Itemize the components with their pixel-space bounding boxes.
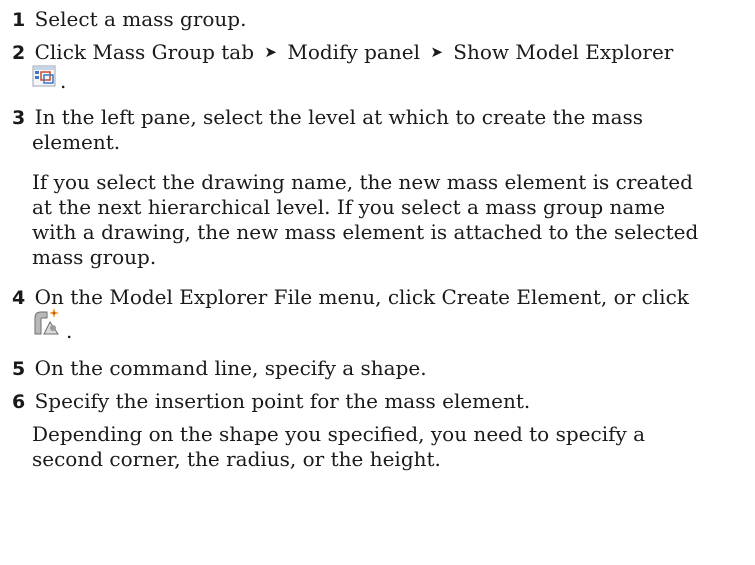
menu-arrow-icon: ➤: [430, 43, 443, 61]
step-number: 6: [12, 391, 26, 413]
step-number: 5: [12, 358, 26, 380]
note-line: If you select the drawing name, the new …: [32, 170, 693, 194]
step-1: 1 Select a mass group.: [12, 7, 246, 33]
ribbon-panel-name: Modify panel: [287, 40, 420, 64]
step-5: 5 On the command line, specify a shape.: [12, 356, 427, 382]
step-number: 1: [12, 9, 26, 31]
step-3-continuation: element.: [32, 130, 121, 154]
step-2-icon-line: .: [32, 65, 66, 91]
command-name: Show Model Explorer: [453, 40, 674, 64]
step-text: Specify the insertion point for the mass…: [34, 389, 531, 413]
trailing-period: .: [60, 69, 67, 93]
note-paragraph-2: Depending on the shape you specified, yo…: [12, 422, 645, 472]
note-line: at the next hierarchical level. If you s…: [32, 195, 666, 219]
step-number: 4: [12, 287, 26, 309]
trailing-period: .: [66, 319, 73, 343]
step-number: 3: [12, 107, 26, 129]
step-text-line-1: In the left pane, select the level at wh…: [34, 105, 644, 129]
step-text: On the command line, specify a shape.: [34, 356, 427, 380]
step-4: 4 On the Model Explorer File menu, click…: [12, 285, 689, 311]
create-element-icon: [32, 307, 62, 341]
ribbon-tab-name: Click Mass Group tab: [34, 40, 255, 64]
step-4-icon-line: .: [32, 308, 73, 343]
step-6: 6 Specify the insertion point for the ma…: [12, 389, 530, 415]
step-number: 2: [12, 42, 26, 64]
menu-arrow-icon: ➤: [264, 43, 277, 61]
note-line: with a drawing, the new mass element is …: [32, 220, 699, 244]
model-explorer-icon: [32, 65, 56, 91]
note-line: second corner, the radius, or the height…: [32, 447, 441, 471]
step-2: 2 Click Mass Group tab ➤ Modify panel ➤ …: [12, 40, 673, 67]
step-text: Select a mass group.: [34, 7, 247, 31]
note-paragraph-1: If you select the drawing name, the new …: [12, 170, 698, 270]
step-3: 3 In the left pane, select the level at …: [12, 105, 643, 131]
note-line: Depending on the shape you specified, yo…: [32, 422, 646, 446]
step-text: On the Model Explorer File menu, click C…: [34, 285, 689, 309]
note-line: mass group.: [32, 245, 157, 269]
